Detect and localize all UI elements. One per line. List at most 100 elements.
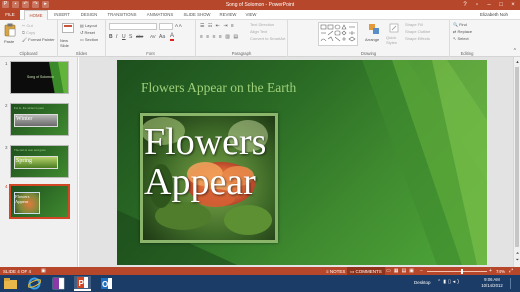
slide-thumbnail[interactable]: For lo, the winter is past Winter bbox=[10, 103, 69, 136]
editing-group: 🔍 Find ⇄ Replace ↖ Select Editing bbox=[450, 20, 484, 57]
comments-button[interactable]: ▭ COMMENTS bbox=[347, 267, 385, 275]
font-size-box[interactable] bbox=[159, 23, 173, 30]
zoom-slider[interactable] bbox=[427, 269, 487, 274]
paragraph-group: ☰ ☷ ⇤ ⇥ ≡ ≡ ≡ ≡ ≡ ▥ ▤ Text Direction Ali… bbox=[196, 20, 288, 57]
slide-number: 1 bbox=[5, 61, 8, 66]
tab-slide-show[interactable]: SLIDE SHOW bbox=[180, 10, 214, 20]
outlook-icon[interactable]: O bbox=[98, 276, 115, 291]
copy-button[interactable]: ⧉ Copy bbox=[22, 30, 35, 35]
replace-label: Replace bbox=[457, 29, 473, 34]
shape-outline-button[interactable]: Shape Outline bbox=[405, 29, 430, 34]
underline-button[interactable]: U bbox=[122, 34, 126, 40]
tab-review[interactable]: REVIEW bbox=[217, 10, 239, 20]
new-slide-button[interactable]: New Slide bbox=[60, 38, 76, 48]
shadow-button[interactable]: S bbox=[129, 34, 132, 40]
svg-text:P: P bbox=[79, 279, 85, 288]
maximize-icon[interactable]: □ bbox=[496, 1, 506, 9]
slide-thumbnail[interactable]: Song of Solomon bbox=[10, 61, 69, 94]
next-slide-icon[interactable]: ⏷ bbox=[515, 257, 520, 262]
picture-text-line-1[interactable]: Flowers bbox=[144, 122, 266, 162]
scroll-up-icon[interactable]: ▲ bbox=[515, 59, 520, 64]
tab-animations[interactable]: ANIMATIONS bbox=[143, 10, 177, 20]
cut-button[interactable]: ✂ Cut bbox=[22, 23, 33, 28]
slide-title[interactable]: Flowers Appear on the Earth bbox=[141, 80, 296, 96]
shape-fill-button[interactable]: Shape Fill bbox=[405, 22, 423, 27]
slide-thumbnail[interactable]: The rain is over and gone Spring bbox=[10, 145, 69, 178]
show-desktop-button[interactable] bbox=[510, 278, 518, 289]
slide-picture-frame[interactable]: Flowers Appear bbox=[140, 113, 278, 243]
slide-canvas[interactable]: Flowers Appear on the Earth Flowers Appe… bbox=[117, 60, 487, 265]
ribbon-display-icon[interactable]: ▫ bbox=[472, 1, 482, 9]
tab-design[interactable]: DESIGN bbox=[77, 10, 101, 20]
thumbnail-caption: For lo, the winter is past bbox=[14, 106, 44, 110]
zoom-out-icon[interactable]: − bbox=[420, 268, 423, 274]
file-explorer-icon[interactable] bbox=[2, 276, 19, 291]
desktop-toolbar[interactable]: Desktop bbox=[414, 280, 431, 285]
zoom-slider-thumb[interactable] bbox=[461, 269, 463, 274]
align-buttons[interactable]: ≡ ≡ ≡ ≡ ▥ ▤ bbox=[200, 34, 239, 40]
character-spacing-icon[interactable]: AV bbox=[150, 34, 156, 39]
zoom-level[interactable]: 74% bbox=[496, 269, 505, 274]
onenote-icon[interactable] bbox=[50, 276, 67, 291]
picture-text-line-2[interactable]: Appear bbox=[144, 162, 256, 202]
window-title: Song of Solomon - PowerPoint bbox=[225, 2, 295, 8]
section-label: Section bbox=[84, 37, 99, 42]
arrange-button[interactable]: Arrange bbox=[365, 37, 379, 42]
text-direction-button[interactable]: Text Direction bbox=[250, 22, 274, 27]
help-icon[interactable]: ? bbox=[460, 1, 470, 9]
tab-home[interactable]: HOME bbox=[24, 10, 48, 20]
replace-button[interactable]: ⇄ Replace bbox=[453, 29, 472, 34]
bold-button[interactable]: B bbox=[109, 34, 113, 40]
shape-effects-button[interactable]: Shape Effects bbox=[405, 36, 430, 41]
scrollbar-thumb[interactable] bbox=[515, 67, 519, 247]
comments-label: COMMENTS bbox=[355, 268, 382, 274]
fit-slide-icon[interactable]: ⤢ bbox=[509, 268, 513, 274]
zoom-in-icon[interactable]: + bbox=[489, 268, 492, 274]
view-buttons[interactable]: ▭▦▤▣ bbox=[386, 268, 417, 274]
reset-button[interactable]: ↺ Reset bbox=[80, 30, 95, 35]
system-clock[interactable]: 9:06 AM 10/14/2012 bbox=[477, 277, 507, 289]
prev-slide-icon[interactable]: ⏶ bbox=[515, 250, 520, 255]
font-color-button[interactable]: A bbox=[170, 33, 175, 41]
internet-explorer-icon[interactable] bbox=[26, 276, 43, 291]
slide-thumbnail-selected[interactable]: Flowers Appear bbox=[9, 184, 70, 219]
spelling-icon[interactable]: ▣ bbox=[41, 268, 46, 274]
format-painter-button[interactable]: 🖌 Format Painter bbox=[22, 37, 55, 42]
user-name[interactable]: Elizabeth Noh bbox=[480, 10, 508, 20]
layout-button[interactable]: ▤ Layout bbox=[80, 23, 97, 28]
vertical-scrollbar[interactable]: ▲ ⏶ ⏷ bbox=[513, 57, 520, 267]
shapes-gallery[interactable] bbox=[318, 22, 358, 46]
tab-view[interactable]: VIEW bbox=[242, 10, 260, 20]
close-icon[interactable]: × bbox=[508, 1, 518, 9]
tab-transitions[interactable]: TRANSITIONS bbox=[104, 10, 140, 20]
collapse-ribbon-icon[interactable]: ^ bbox=[514, 48, 516, 54]
font-group: A A B I U S abc AV Aa A Font bbox=[106, 20, 196, 57]
quick-styles-button[interactable]: Quick Styles bbox=[386, 35, 402, 45]
slides-label: Slides bbox=[75, 51, 88, 56]
list-buttons[interactable]: ☰ ☷ ⇤ ⇥ ≡ bbox=[200, 23, 235, 29]
slide-number: 3 bbox=[5, 145, 8, 150]
tab-file[interactable]: FILE bbox=[0, 10, 20, 20]
select-button[interactable]: ↖ Select bbox=[453, 36, 469, 41]
paste-icon[interactable] bbox=[3, 23, 17, 37]
paste-button[interactable]: Paste bbox=[4, 39, 14, 44]
italic-button[interactable]: I bbox=[116, 34, 117, 40]
notes-button[interactable]: ≡ NOTES bbox=[326, 269, 345, 274]
notes-label: NOTES bbox=[329, 268, 346, 274]
font-name-box[interactable] bbox=[109, 23, 157, 30]
tray-icons[interactable]: ⌃▮▯◂) bbox=[437, 279, 461, 285]
grow-shrink-font-icon[interactable]: A A bbox=[175, 23, 182, 28]
thumbnail-title: Flowers Appear bbox=[15, 194, 30, 204]
minimize-icon[interactable]: – bbox=[484, 1, 494, 9]
strikethrough-button[interactable]: abc bbox=[136, 34, 143, 39]
find-button[interactable]: 🔍 Find bbox=[453, 22, 467, 27]
new-slide-icon[interactable] bbox=[62, 23, 74, 36]
convert-smartart-button[interactable]: Convert to SmartArt bbox=[250, 36, 285, 41]
tab-insert[interactable]: INSERT bbox=[50, 10, 74, 20]
align-text-button[interactable]: Align Text bbox=[250, 29, 267, 34]
powerpoint-taskbar-icon[interactable]: P bbox=[74, 276, 91, 291]
arrange-icon[interactable] bbox=[368, 23, 380, 35]
quick-styles-icon[interactable] bbox=[389, 23, 399, 33]
section-button[interactable]: ▭ Section bbox=[80, 37, 98, 42]
change-case-button[interactable]: Aa bbox=[159, 34, 165, 40]
